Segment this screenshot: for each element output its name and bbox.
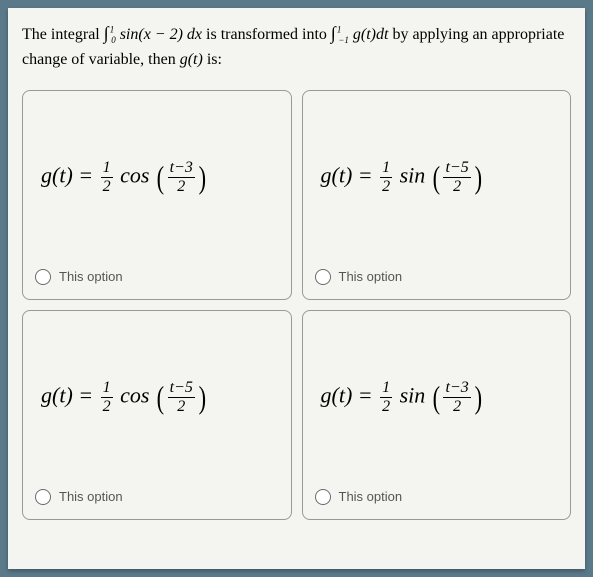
formula-c: g(t) = 12 cos (t−52) [41,379,208,416]
int2-upper: 1 [337,25,342,35]
arg-num: t−3 [443,380,470,398]
coef-den: 2 [380,398,392,415]
q-int2: ∫1−1 g(t)dt [331,26,389,43]
formula-area: g(t) = 12 cos (t−52) [35,327,279,489]
lparen: ( [432,379,439,416]
rparen: ) [198,379,205,416]
radio-icon[interactable] [35,269,51,285]
arg-frac: t−52 [443,160,470,195]
rparen: ) [474,379,481,416]
rparen: ) [474,159,481,196]
int1-upper: 1 [110,25,115,35]
coef-num: 1 [101,380,113,398]
arg-num: t−5 [443,160,470,178]
func: cos [115,383,155,408]
func: cos [115,163,155,188]
q-int1: ∫10 sin(x − 2) dx [104,26,202,43]
formula-area: g(t) = 12 sin (t−52) [315,107,559,269]
formula-b: g(t) = 12 sin (t−52) [321,159,484,196]
int2-body: g(t)dt [349,26,389,43]
arg-den: 2 [443,178,470,195]
integral-symbol: ∫ [104,20,109,47]
arg-den: 2 [443,398,470,415]
coef-frac: 12 [380,380,392,415]
coef-den: 2 [101,178,113,195]
lhs: g(t) = [321,163,379,188]
coef-num: 1 [101,160,113,178]
radio-icon[interactable] [315,489,331,505]
radio-icon[interactable] [35,489,51,505]
option-footer: This option [35,489,279,505]
q-mid: is transformed into [202,26,331,43]
arg-den: 2 [168,178,195,195]
option-footer: This option [315,269,559,285]
formula-area: g(t) = 12 sin (t−32) [315,327,559,489]
coef-num: 1 [380,380,392,398]
question-text: The integral ∫10 sin(x − 2) dx is transf… [22,20,571,72]
arg-frac: t−52 [168,380,195,415]
options-grid: g(t) = 12 cos (t−32) This option g(t) = … [22,90,571,520]
q-gt: g(t) [180,51,203,68]
arg-frac: t−32 [443,380,470,415]
func: sin [394,383,431,408]
option-card-b[interactable]: g(t) = 12 sin (t−52) This option [302,90,572,300]
coef-num: 1 [380,160,392,178]
option-footer: This option [35,269,279,285]
arg-frac: t−32 [168,160,195,195]
option-label: This option [339,489,403,504]
coef-den: 2 [380,178,392,195]
coef-frac: 12 [101,160,113,195]
int2-lower: −1 [338,35,349,45]
option-footer: This option [315,489,559,505]
formula-area: g(t) = 12 cos (t−32) [35,107,279,269]
option-label: This option [339,269,403,284]
lparen: ( [157,379,164,416]
q-post2: is: [203,51,222,68]
lparen: ( [157,159,164,196]
arg-num: t−3 [168,160,195,178]
option-card-d[interactable]: g(t) = 12 sin (t−32) This option [302,310,572,520]
coef-frac: 12 [101,380,113,415]
rparen: ) [198,159,205,196]
option-card-c[interactable]: g(t) = 12 cos (t−52) This option [22,310,292,520]
int1-body: sin(x − 2) dx [116,26,202,43]
integral-symbol: ∫ [331,20,336,47]
lhs: g(t) = [41,163,99,188]
lhs: g(t) = [41,383,99,408]
arg-num: t−5 [168,380,195,398]
coef-frac: 12 [380,160,392,195]
formula-d: g(t) = 12 sin (t−32) [321,379,484,416]
option-card-a[interactable]: g(t) = 12 cos (t−32) This option [22,90,292,300]
lhs: g(t) = [321,383,379,408]
q-pre: The integral [22,26,104,43]
option-label: This option [59,489,123,504]
radio-icon[interactable] [315,269,331,285]
func: sin [394,163,431,188]
lparen: ( [432,159,439,196]
formula-a: g(t) = 12 cos (t−32) [41,159,208,196]
coef-den: 2 [101,398,113,415]
page-container: The integral ∫10 sin(x − 2) dx is transf… [8,8,585,569]
option-label: This option [59,269,123,284]
arg-den: 2 [168,398,195,415]
